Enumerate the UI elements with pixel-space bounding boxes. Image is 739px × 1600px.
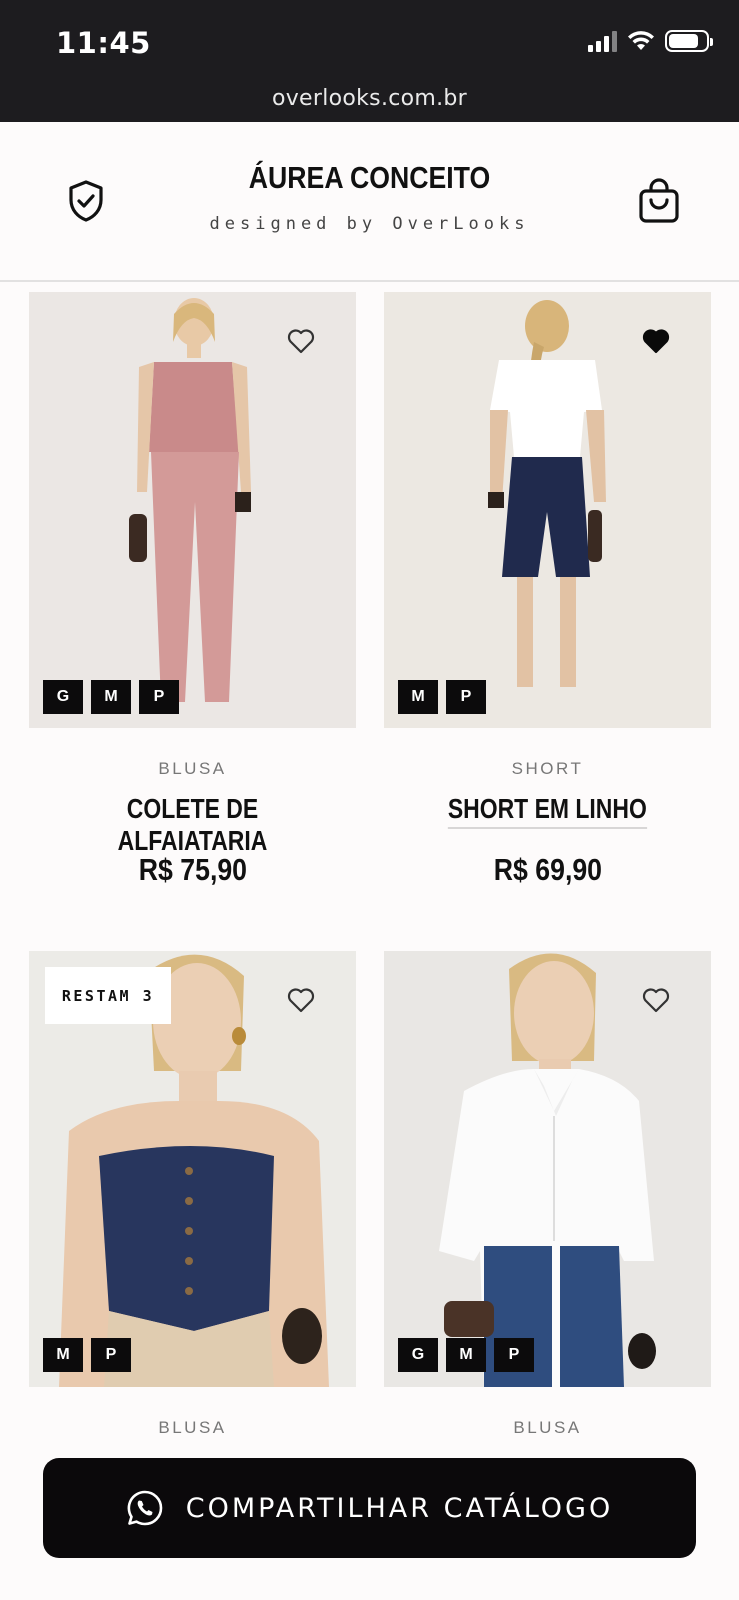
size-options: G M P [43, 680, 179, 714]
brand-subtitle: designed by OverLooks [209, 214, 530, 234]
product-price: R$ 75,90 [29, 852, 356, 888]
site-header: ÁUREA CONCEITO designed by OverLooks [0, 122, 739, 282]
product-photo [384, 951, 711, 1387]
size-options: M P [398, 680, 486, 714]
size-badge[interactable]: P [446, 680, 486, 714]
heart-outline-icon[interactable] [642, 987, 670, 1013]
size-badge[interactable]: G [398, 1338, 438, 1372]
product-price-text: R$ 69,90 [493, 852, 602, 887]
product-name[interactable]: COLETE DE ALFAIATARIA [29, 793, 356, 857]
size-badge[interactable]: M [43, 1338, 83, 1372]
heart-outline-icon[interactable] [287, 328, 315, 354]
product-name[interactable]: SHORT EM LINHO [384, 793, 711, 829]
product-image[interactable]: M P [384, 292, 711, 728]
size-options: G M P [398, 1338, 534, 1372]
browser-url[interactable]: overlooks.com.br [0, 86, 739, 111]
status-bar: 11:45 overlooks.com.br [0, 0, 739, 122]
heart-filled-icon[interactable] [642, 328, 670, 354]
cellular-signal-icon [588, 30, 617, 52]
product-image[interactable]: G M P [29, 292, 356, 728]
whatsapp-icon [127, 1490, 163, 1526]
product-photo [29, 292, 356, 728]
size-badge[interactable]: M [446, 1338, 486, 1372]
heart-outline-icon[interactable] [287, 987, 315, 1013]
wifi-icon [628, 31, 654, 50]
brand-title[interactable]: ÁUREA CONCEITO [52, 160, 688, 196]
status-icons [588, 30, 713, 52]
shopping-bag-icon[interactable] [638, 178, 680, 224]
size-badge[interactable]: P [91, 1338, 131, 1372]
product-category: SHORT [511, 759, 584, 778]
product-image[interactable]: G M P [384, 951, 711, 1387]
product-category: BLUSA [513, 1418, 582, 1437]
stock-badge: RESTAM 3 [45, 967, 171, 1024]
product-name-text[interactable]: SHORT EM LINHO [447, 793, 647, 829]
product-category: BLUSA [158, 1418, 227, 1437]
size-badge[interactable]: P [139, 680, 179, 714]
product-photo [384, 292, 711, 728]
product-price: R$ 69,90 [384, 852, 711, 888]
size-options: M P [43, 1338, 131, 1372]
status-time: 11:45 [56, 26, 151, 60]
product-image[interactable]: RESTAM 3 M P [29, 951, 356, 1387]
product-category: BLUSA [158, 759, 227, 778]
product-price-text: R$ 75,90 [138, 852, 247, 887]
product-name-text[interactable]: COLETE DE ALFAIATARIA [58, 793, 326, 857]
share-catalog-button[interactable]: COMPARTILHAR CATÁLOGO [43, 1458, 696, 1558]
size-badge[interactable]: G [43, 680, 83, 714]
battery-icon [665, 30, 713, 52]
share-catalog-label: COMPARTILHAR CATÁLOGO [185, 1492, 614, 1524]
size-badge[interactable]: M [398, 680, 438, 714]
size-badge[interactable]: P [494, 1338, 534, 1372]
size-badge[interactable]: M [91, 680, 131, 714]
